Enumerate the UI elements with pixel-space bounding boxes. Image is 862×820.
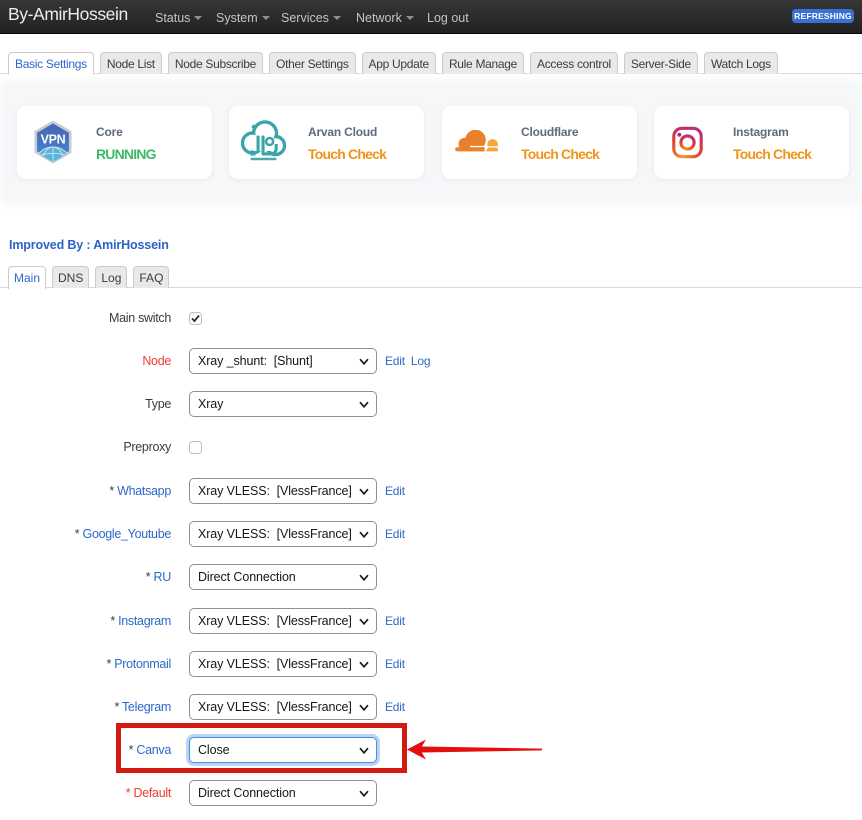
svg-text:VPN: VPN [41,133,66,147]
